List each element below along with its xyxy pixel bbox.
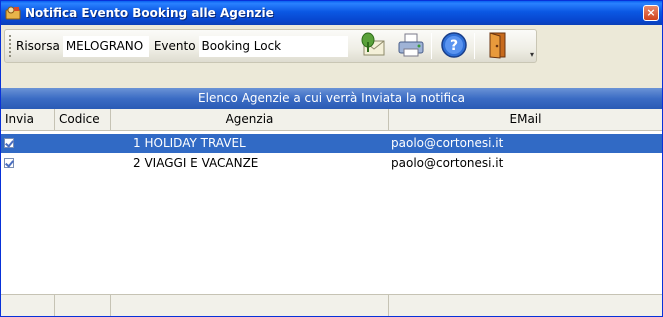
printer-icon	[396, 31, 426, 62]
help-button[interactable]: ?	[436, 30, 472, 62]
email-cell: paolo@cortonesi.it	[391, 136, 504, 150]
exit-button[interactable]	[479, 30, 515, 62]
invia-cell	[1, 134, 55, 153]
svg-text:?: ?	[449, 38, 457, 54]
footer-cell	[111, 295, 389, 316]
risorsa-field[interactable]: MELOGRANO	[62, 35, 149, 57]
print-button[interactable]	[393, 30, 429, 62]
toolbar-separator	[430, 33, 432, 59]
codice-value: 2	[133, 156, 141, 170]
agenzia-value: HOLIDAY TRAVEL	[144, 136, 246, 150]
send-notification-icon	[358, 31, 388, 62]
agenzia-value: VIAGGI E VACANZE	[144, 156, 259, 170]
close-button[interactable]: ×	[643, 5, 659, 21]
grid-footer	[1, 294, 662, 316]
column-header-invia[interactable]: Invia	[1, 109, 55, 131]
toolbar-separator	[473, 33, 475, 59]
footer-cell	[55, 295, 111, 316]
invia-checkbox[interactable]	[4, 158, 14, 168]
grid-caption: Elenco Agenzie a cui verrà Inviata la no…	[1, 88, 662, 109]
help-icon: ?	[439, 31, 469, 62]
footer-cell	[1, 295, 55, 316]
table-row[interactable]: 2 VIAGGI E VACANZE paolo@cortonesi.it	[1, 154, 662, 173]
footer-cell	[389, 295, 662, 316]
column-header-codice[interactable]: Codice	[55, 109, 111, 131]
evento-label: Evento	[153, 39, 196, 53]
send-notification-button[interactable]	[355, 30, 391, 62]
agency-name-cell: 2 VIAGGI E VACANZE	[55, 154, 389, 173]
invia-checkbox[interactable]	[4, 138, 14, 148]
toolbar-area: Risorsa MELOGRANO Evento Booking Lock ? …	[1, 25, 662, 88]
toolbar-grip-handle[interactable]	[8, 34, 12, 58]
agenzie-grid: Invia Codice Agenzia EMail 1 HOLIDAY TRA…	[1, 109, 662, 316]
window-title: Notifica Evento Booking alle Agenzie	[25, 6, 274, 20]
grid-header: Invia Codice Agenzia EMail	[1, 109, 662, 131]
toolbar: Risorsa MELOGRANO Evento Booking Lock ? …	[4, 29, 537, 63]
exit-door-icon	[482, 31, 512, 62]
toolbar-overflow-chevron-icon[interactable]: ▾	[530, 50, 534, 59]
evento-field[interactable]: Booking Lock	[198, 35, 348, 57]
app-icon	[5, 5, 21, 21]
agency-name-cell: 1 HOLIDAY TRAVEL	[55, 134, 389, 153]
column-header-email[interactable]: EMail	[389, 109, 662, 131]
column-header-agenzia[interactable]: Agenzia	[111, 109, 389, 131]
invia-cell	[1, 154, 55, 173]
title-bar[interactable]: Notifica Evento Booking alle Agenzie ×	[1, 1, 662, 25]
codice-value: 1	[133, 136, 141, 150]
table-row[interactable]: 1 HOLIDAY TRAVEL paolo@cortonesi.it	[1, 134, 662, 153]
risorsa-label: Risorsa	[16, 39, 60, 53]
email-cell: paolo@cortonesi.it	[391, 156, 504, 170]
notifica-window: Notifica Evento Booking alle Agenzie × R…	[0, 0, 663, 317]
